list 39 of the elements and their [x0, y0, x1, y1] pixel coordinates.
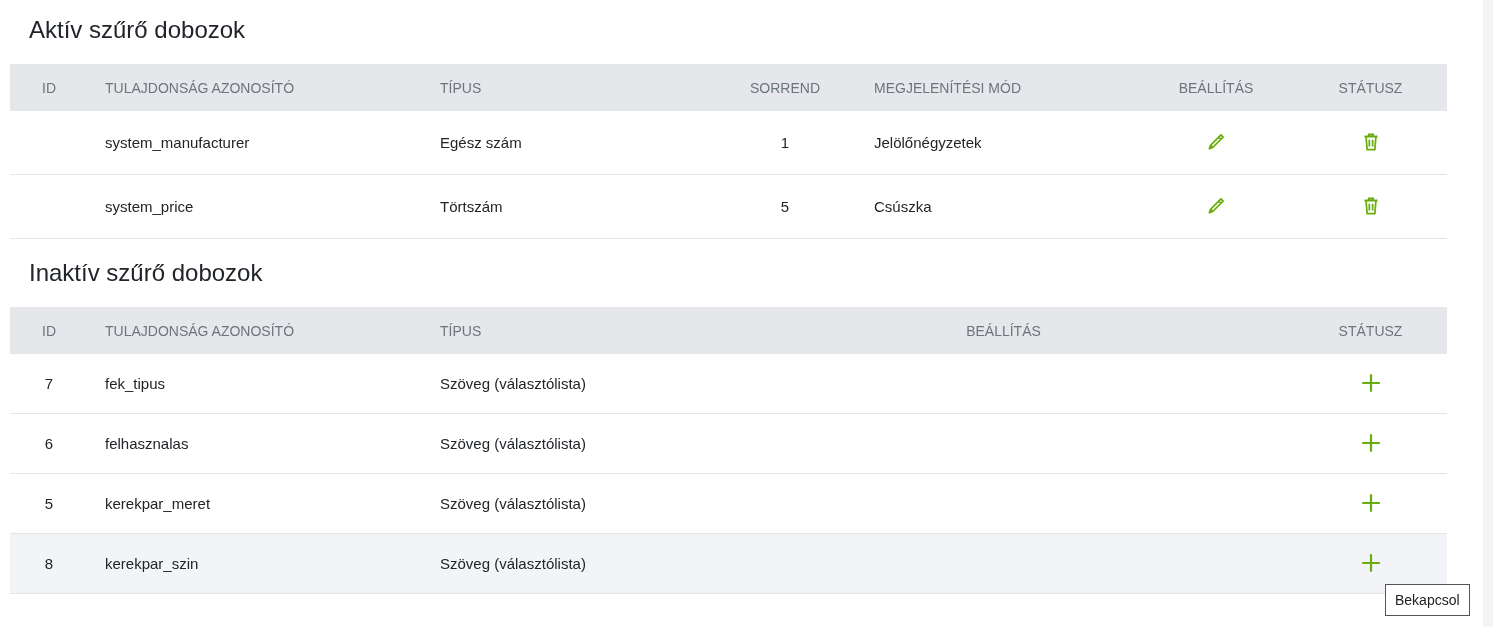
table-cell: Szöveg (választólista)	[440, 435, 586, 452]
section-title: Inaktív szűrő dobozok	[28, 258, 264, 288]
table-cell: fek_tipus	[105, 375, 166, 392]
column-header: TULAJDONSÁG AZONOSÍTÓ	[105, 322, 295, 339]
table-cell: system_price	[105, 198, 194, 215]
column-header: TÍPUS	[440, 79, 482, 96]
table-cell: 1	[780, 134, 790, 151]
tooltip: Bekapcsol	[1385, 584, 1470, 616]
column-header: MEGJELENÍTÉSI MÓD	[874, 79, 1022, 96]
table-cell: 7	[44, 375, 54, 392]
table-cell: Egész szám	[440, 134, 522, 151]
column-header: TULAJDONSÁG AZONOSÍTÓ	[105, 79, 295, 96]
column-header: ID	[42, 79, 56, 96]
table-cell: Szöveg (választólista)	[440, 375, 586, 392]
section-title: Aktív szűrő dobozok	[28, 15, 247, 45]
plus-icon	[1359, 552, 1382, 574]
table-cell: 6	[44, 435, 54, 452]
table-cell: Szöveg (választólista)	[440, 495, 586, 512]
plus-icon	[1359, 432, 1382, 454]
table-cell: Jelölőnégyzetek	[874, 134, 982, 151]
column-header: TÍPUS	[440, 322, 482, 339]
table-cell: kerekpar_szin	[105, 555, 199, 572]
table-cell: system_manufacturer	[105, 134, 250, 151]
table-cell: Csúszka	[874, 198, 932, 215]
column-header: BEÁLLÍTÁS	[966, 322, 1041, 339]
table-cell: kerekpar_meret	[105, 495, 211, 512]
column-header: ID	[42, 322, 56, 339]
column-header: SORREND	[750, 79, 820, 96]
plus-icon	[1359, 372, 1382, 394]
table-cell: felhasznalas	[105, 435, 189, 452]
table-cell: Szöveg (választólista)	[440, 555, 586, 572]
column-header: STÁTUSZ	[1338, 322, 1403, 339]
table-cell: Törtszám	[440, 198, 503, 215]
plus-icon	[1359, 492, 1382, 514]
column-header: STÁTUSZ	[1338, 79, 1403, 96]
table-cell: 5	[780, 198, 790, 215]
table-cell: 5	[44, 495, 54, 512]
table-cell: 8	[44, 555, 54, 572]
column-header: BEÁLLÍTÁS	[1178, 79, 1254, 96]
